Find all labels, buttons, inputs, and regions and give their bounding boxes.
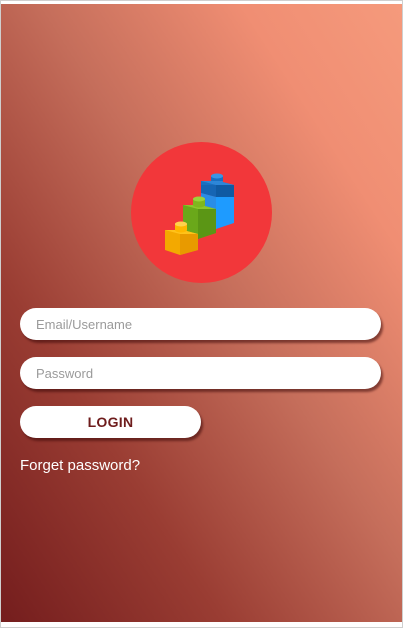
app-logo [131,142,272,283]
password-input[interactable] [20,357,381,389]
email-username-input[interactable] [20,308,381,340]
window-bottom-border [1,622,402,627]
forget-password-link[interactable]: Forget password? [20,457,140,474]
login-screen: LOGIN Forget password? [1,4,402,624]
building-blocks-stairs-icon [165,173,234,255]
login-button[interactable]: LOGIN [20,406,201,438]
window-frame: LOGIN Forget password? [0,0,403,628]
